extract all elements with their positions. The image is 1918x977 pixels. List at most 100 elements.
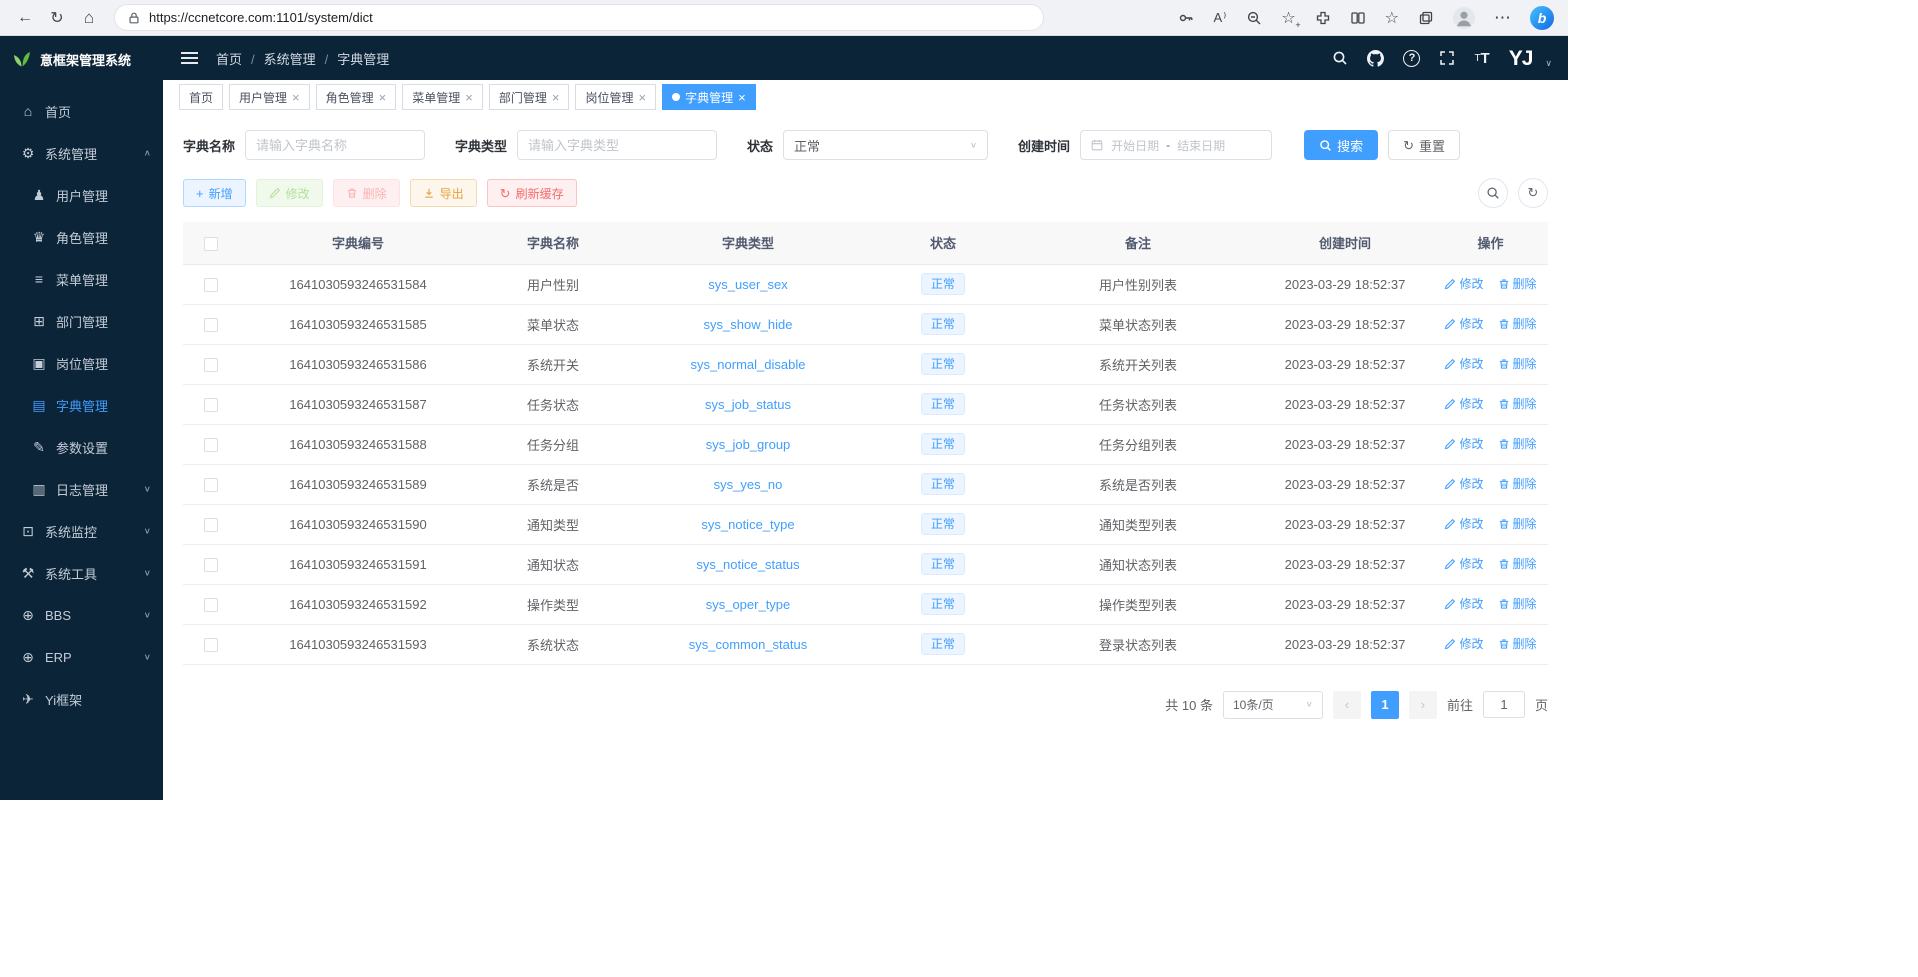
- sidebar-item[interactable]: ⊕ ERP ∨: [0, 636, 163, 678]
- sidebar-item[interactable]: ⚒ 系统工具 ∨: [0, 552, 163, 594]
- tab[interactable]: 角色管理: [316, 84, 397, 110]
- close-icon[interactable]: [738, 91, 746, 104]
- row-checkbox[interactable]: [204, 558, 218, 572]
- delete-link[interactable]: 删除: [1498, 595, 1537, 612]
- help-icon[interactable]: ?: [1403, 50, 1420, 67]
- dict-type-link[interactable]: sys_user_sex: [708, 277, 787, 292]
- refresh-table-icon[interactable]: ↻: [1518, 178, 1548, 208]
- row-checkbox[interactable]: [204, 518, 218, 532]
- close-icon[interactable]: [465, 91, 473, 104]
- tab[interactable]: 部门管理: [489, 84, 570, 110]
- dict-type-link[interactable]: sys_normal_disable: [691, 357, 806, 372]
- add-button[interactable]: + 新增: [183, 179, 246, 207]
- dict-type-link[interactable]: sys_yes_no: [714, 477, 783, 492]
- sidebar-item[interactable]: ✈ Yi框架: [0, 678, 163, 720]
- dict-type-input[interactable]: [517, 130, 717, 160]
- search-icon[interactable]: [1332, 50, 1348, 66]
- delete-link[interactable]: 删除: [1498, 635, 1537, 652]
- sidebar-item[interactable]: ≡ 菜单管理: [0, 258, 163, 300]
- github-icon[interactable]: [1367, 50, 1384, 67]
- delete-link[interactable]: 删除: [1498, 355, 1537, 372]
- split-screen-icon[interactable]: [1350, 10, 1366, 26]
- sidebar-item[interactable]: ▥ 日志管理 ∨: [0, 468, 163, 510]
- row-checkbox[interactable]: [204, 318, 218, 332]
- sidebar-item[interactable]: ▤ 字典管理: [0, 384, 163, 426]
- add-favorite-icon[interactable]: +: [1281, 8, 1295, 28]
- sidebar-item[interactable]: ⊕ BBS ∨: [0, 594, 163, 636]
- collections-icon[interactable]: [1418, 10, 1434, 26]
- address-bar[interactable]: https://ccnetcore.com:1101/system/dict: [114, 4, 1044, 31]
- sidebar-item[interactable]: ⌂ 首页: [0, 90, 163, 132]
- edit-link[interactable]: 修改: [1444, 315, 1483, 332]
- export-button[interactable]: 导出: [410, 179, 477, 207]
- date-range-picker[interactable]: 开始日期 - 结束日期: [1080, 130, 1272, 160]
- tab[interactable]: 字典管理: [662, 84, 756, 110]
- prev-page-button[interactable]: ‹: [1333, 691, 1361, 719]
- edit-link[interactable]: 修改: [1444, 275, 1483, 292]
- sidebar-item[interactable]: ⊡ 系统监控 ∨: [0, 510, 163, 552]
- close-icon[interactable]: [292, 91, 300, 104]
- toggle-search-icon[interactable]: [1478, 178, 1508, 208]
- bing-discover-icon[interactable]: b: [1530, 6, 1554, 30]
- dict-type-link[interactable]: sys_job_status: [705, 397, 791, 412]
- collapse-sidebar-icon[interactable]: [181, 57, 198, 59]
- breadcrumb-item[interactable]: 系统管理: [242, 49, 316, 68]
- user-logo[interactable]: YJ: [1509, 48, 1533, 69]
- sidebar-item[interactable]: ♟ 用户管理: [0, 174, 163, 216]
- select-all-checkbox[interactable]: [204, 237, 218, 251]
- delete-link[interactable]: 删除: [1498, 435, 1537, 452]
- close-icon[interactable]: [638, 91, 646, 104]
- status-select[interactable]: 正常 ∨: [783, 130, 988, 160]
- refresh-cache-button[interactable]: ↻ 刷新缓存: [487, 179, 577, 207]
- row-checkbox[interactable]: [204, 478, 218, 492]
- profile-avatar[interactable]: [1453, 7, 1475, 29]
- goto-page-input[interactable]: [1483, 691, 1525, 718]
- edit-link[interactable]: 修改: [1444, 435, 1483, 452]
- settings-menu-icon[interactable]: [1494, 8, 1511, 28]
- home-icon[interactable]: [74, 4, 104, 32]
- breadcrumb-item[interactable]: 字典管理: [316, 49, 390, 68]
- sidebar-item[interactable]: ⚙ 系统管理 ∧: [0, 132, 163, 174]
- edit-link[interactable]: 修改: [1444, 395, 1483, 412]
- search-button[interactable]: 搜索: [1304, 130, 1378, 160]
- dict-type-link[interactable]: sys_notice_status: [696, 557, 799, 572]
- delete-link[interactable]: 删除: [1498, 515, 1537, 532]
- delete-link[interactable]: 删除: [1498, 315, 1537, 332]
- sidebar-item[interactable]: ♛ 角色管理: [0, 216, 163, 258]
- read-aloud-icon[interactable]: [1213, 10, 1227, 26]
- delete-link[interactable]: 删除: [1498, 275, 1537, 292]
- edit-link[interactable]: 修改: [1444, 635, 1483, 652]
- edit-link[interactable]: 修改: [1444, 475, 1483, 492]
- edit-link[interactable]: 修改: [1444, 555, 1483, 572]
- dict-type-link[interactable]: sys_notice_type: [701, 517, 794, 532]
- dict-name-input[interactable]: [245, 130, 425, 160]
- reload-icon[interactable]: [42, 4, 72, 32]
- dict-type-link[interactable]: sys_common_status: [689, 637, 808, 652]
- sidebar-item[interactable]: ✎ 参数设置: [0, 426, 163, 468]
- breadcrumb-item[interactable]: 首页: [216, 49, 242, 68]
- delete-link[interactable]: 删除: [1498, 475, 1537, 492]
- sidebar-item[interactable]: ▣ 岗位管理: [0, 342, 163, 384]
- delete-link[interactable]: 删除: [1498, 395, 1537, 412]
- tab[interactable]: 用户管理: [229, 84, 310, 110]
- delete-link[interactable]: 删除: [1498, 555, 1537, 572]
- tab[interactable]: 首页: [179, 84, 223, 110]
- row-checkbox[interactable]: [204, 438, 218, 452]
- user-menu-caret-icon[interactable]: ∨: [1545, 58, 1552, 69]
- next-page-button[interactable]: ›: [1409, 691, 1437, 719]
- row-checkbox[interactable]: [204, 398, 218, 412]
- zoom-out-icon[interactable]: [1246, 10, 1262, 26]
- row-checkbox[interactable]: [204, 278, 218, 292]
- dict-type-link[interactable]: sys_show_hide: [704, 317, 793, 332]
- tab[interactable]: 岗位管理: [575, 84, 656, 110]
- edit-link[interactable]: 修改: [1444, 355, 1483, 372]
- tab[interactable]: 菜单管理: [402, 84, 483, 110]
- font-size-icon[interactable]: [1474, 50, 1489, 67]
- dict-type-link[interactable]: sys_job_group: [706, 437, 791, 452]
- row-checkbox[interactable]: [204, 638, 218, 652]
- edit-link[interactable]: 修改: [1444, 515, 1483, 532]
- reset-button[interactable]: ↻ 重置: [1388, 130, 1460, 160]
- extensions-icon[interactable]: [1315, 10, 1331, 26]
- back-icon[interactable]: [10, 4, 40, 32]
- close-icon[interactable]: [379, 91, 387, 104]
